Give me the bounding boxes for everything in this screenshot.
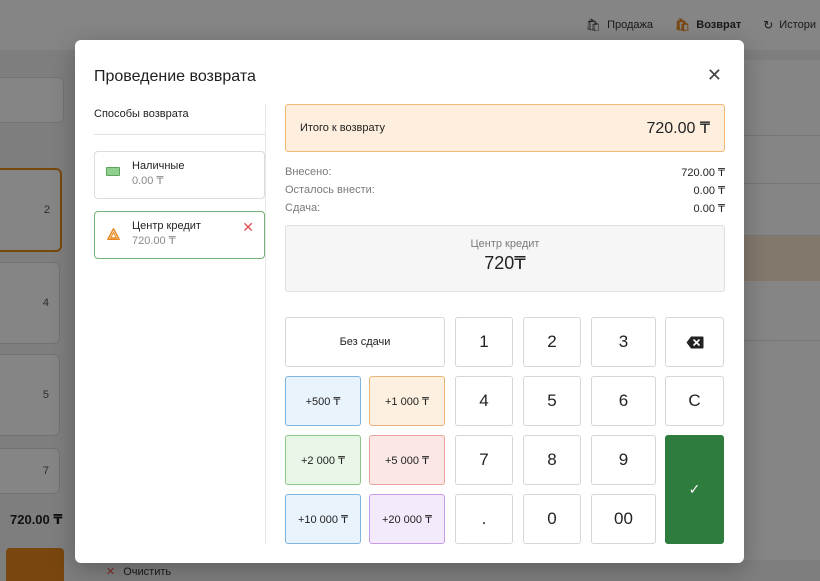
key-decimal[interactable]: . — [455, 494, 513, 544]
quick-add-20000[interactable]: +20 000 ₸ — [369, 494, 445, 544]
info-value: 720.00 ₸ — [681, 167, 725, 179]
method-amount: 0.00 ₸ — [132, 175, 164, 187]
quick-add-2000[interactable]: +2 000 ₸ — [285, 435, 361, 485]
key-1[interactable]: 1 — [455, 317, 513, 367]
cash-icon — [106, 167, 120, 176]
info-value: 0.00 ₸ — [693, 185, 725, 197]
confirm-button[interactable]: ✓ — [665, 435, 724, 544]
method-cash[interactable]: Наличные 0.00 ₸ — [94, 151, 265, 199]
info-label: Осталось внести: — [285, 184, 375, 196]
info-label: Сдача: — [285, 202, 321, 214]
backspace-button[interactable] — [665, 317, 724, 367]
keypad: Без сдачи 1 2 3 +500 ₸ +1 000 ₸ 4 5 6 C … — [285, 317, 725, 544]
quick-add-10000[interactable]: +10 000 ₸ — [285, 494, 361, 544]
method-name: Наличные — [132, 160, 185, 172]
key-8[interactable]: 8 — [523, 435, 581, 485]
amount-display: Центр кредит 720₸ — [285, 225, 725, 292]
method-amount: 720.00 ₸ — [132, 235, 176, 247]
return-methods-panel: Способы возврата Наличные 0.00 ₸ Центр к… — [94, 104, 265, 259]
close-icon[interactable]: ✕ — [707, 66, 722, 84]
display-method-label: Центр кредит — [470, 238, 540, 250]
modal-title: Проведение возврата — [94, 68, 256, 85]
total-value: 720.00 ₸ — [646, 120, 710, 137]
key-7[interactable]: 7 — [455, 435, 513, 485]
methods-title: Способы возврата — [94, 104, 265, 135]
key-00[interactable]: 00 — [591, 494, 656, 544]
key-4[interactable]: 4 — [455, 376, 513, 426]
key-2[interactable]: 2 — [523, 317, 581, 367]
backspace-icon — [686, 336, 703, 348]
key-3[interactable]: 3 — [591, 317, 656, 367]
return-modal: Проведение возврата ✕ Способы возврата Н… — [75, 40, 744, 563]
payment-panel: Итого к возврату 720.00 ₸ Внесено: 720.0… — [285, 104, 725, 544]
info-value: 0.00 ₸ — [693, 203, 725, 215]
remove-method-icon[interactable]: ✕ — [242, 219, 254, 236]
no-change-button[interactable]: Без сдачи — [285, 317, 445, 367]
display-amount: 720₸ — [484, 253, 526, 273]
info-row-paid: Внесено: 720.00 ₸ — [285, 166, 725, 182]
total-to-return: Итого к возврату 720.00 ₸ — [285, 104, 725, 152]
quick-add-1000[interactable]: +1 000 ₸ — [369, 376, 445, 426]
method-name: Центр кредит — [132, 220, 201, 232]
key-9[interactable]: 9 — [591, 435, 656, 485]
key-6[interactable]: 6 — [591, 376, 656, 426]
info-label: Внесено: — [285, 166, 332, 178]
clear-button[interactable]: C — [665, 376, 724, 426]
column-divider — [265, 104, 266, 544]
method-center-credit[interactable]: Центр кредит 720.00 ₸ ✕ — [94, 211, 265, 259]
quick-add-5000[interactable]: +5 000 ₸ — [369, 435, 445, 485]
key-0[interactable]: 0 — [523, 494, 581, 544]
quick-add-500[interactable]: +500 ₸ — [285, 376, 361, 426]
total-label: Итого к возврату — [300, 122, 386, 134]
info-row-remaining: Осталось внести: 0.00 ₸ — [285, 184, 725, 200]
bank-card-icon — [107, 228, 120, 240]
payment-info: Внесено: 720.00 ₸ Осталось внести: 0.00 … — [285, 166, 725, 218]
key-5[interactable]: 5 — [523, 376, 581, 426]
info-row-change: Сдача: 0.00 ₸ — [285, 202, 725, 218]
